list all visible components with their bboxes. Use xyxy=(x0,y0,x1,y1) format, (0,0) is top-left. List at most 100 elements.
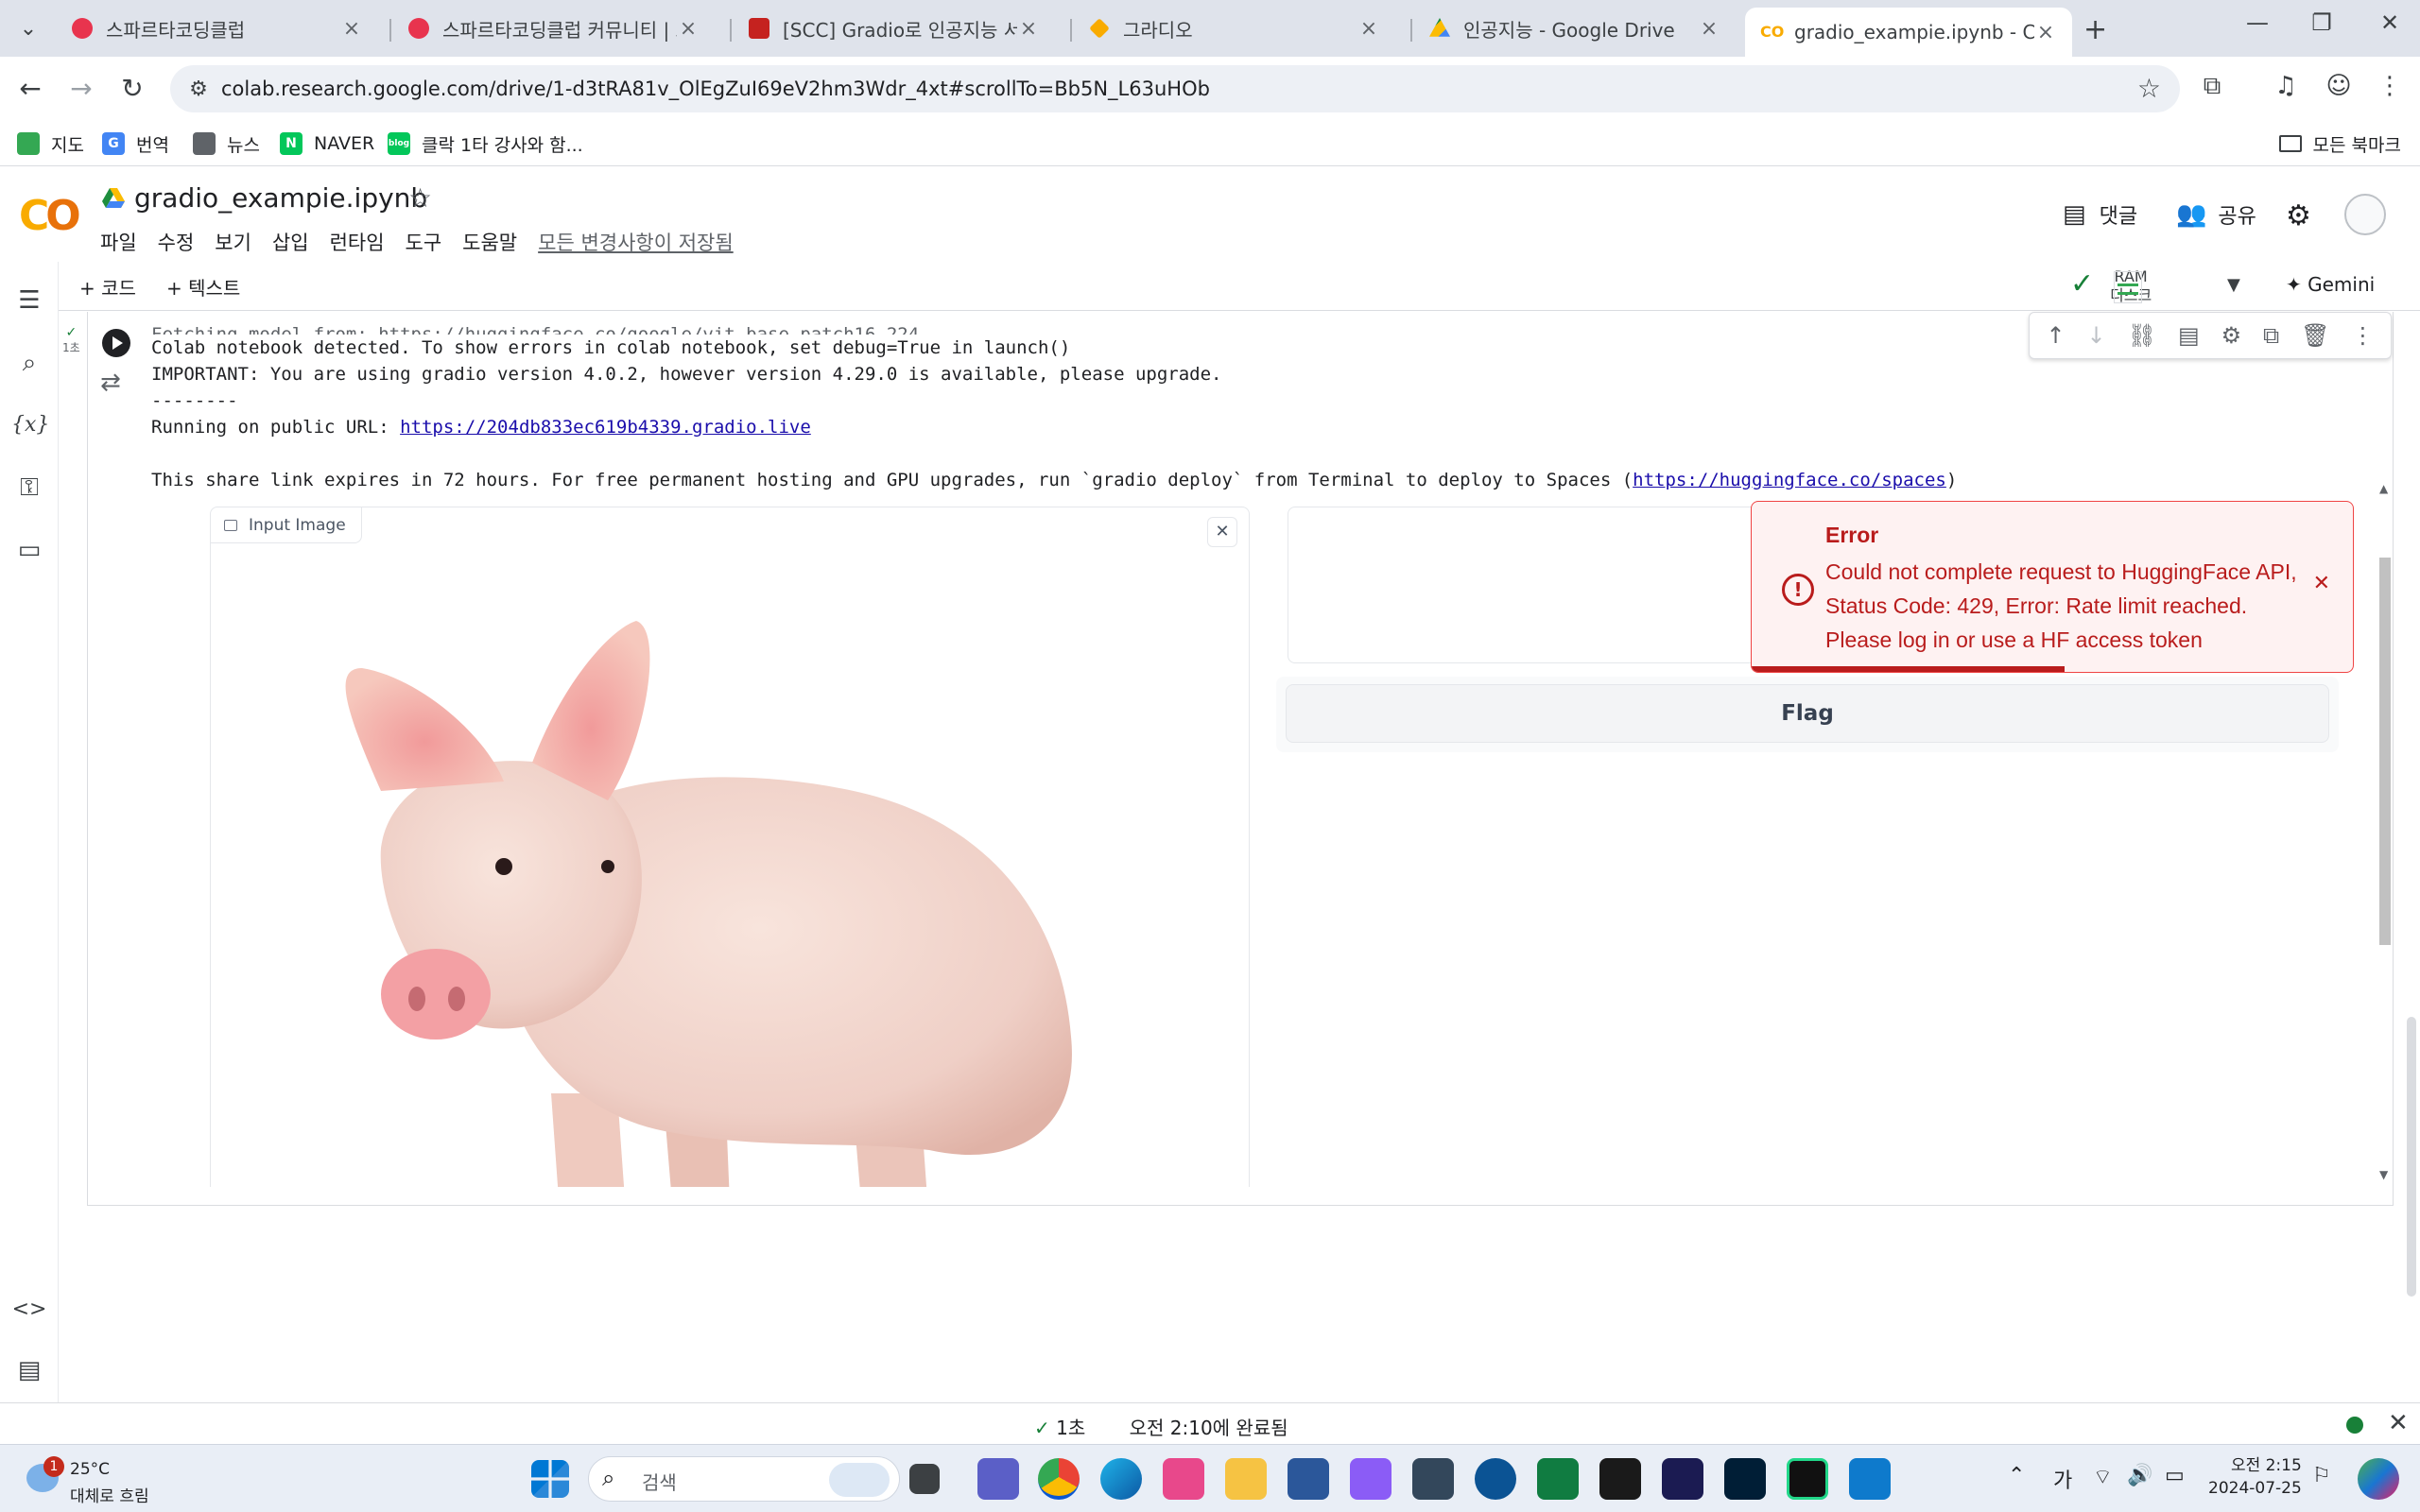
bookmark-star-icon[interactable]: ☆ xyxy=(2137,73,2161,104)
scroll-up-arrow-icon[interactable]: ▲ xyxy=(2379,482,2388,495)
saved-status[interactable]: 모든 변경사항이 저장됨 xyxy=(538,228,734,256)
move-down-icon[interactable]: ↓ xyxy=(2087,322,2106,349)
scroll-thumb[interactable] xyxy=(2407,1017,2416,1297)
wifi-icon[interactable]: ⌔ xyxy=(2093,1464,2113,1490)
ms-store-icon[interactable] xyxy=(1288,1458,1329,1500)
reload-icon[interactable]: ↻ xyxy=(115,72,149,106)
menu-file[interactable]: 파일 xyxy=(100,228,137,256)
task-view-icon[interactable] xyxy=(909,1464,940,1494)
bookmark-blog[interactable]: blog 클락 1타 강사와 함... xyxy=(388,129,583,159)
input-image-panel[interactable]: Input Image ✕ xyxy=(210,507,1250,1187)
battery-icon[interactable]: ▭ xyxy=(2165,1464,2185,1487)
files-folder-icon[interactable]: ▭ xyxy=(11,532,47,568)
taskbar-search[interactable]: ⌕ 검색 xyxy=(588,1456,900,1502)
circle-app-icon[interactable] xyxy=(1475,1458,1516,1500)
close-tab-icon[interactable]: × xyxy=(1698,17,1720,41)
settings-gear-icon[interactable]: ⚙ xyxy=(2286,199,2311,232)
menu-tools[interactable]: 도구 xyxy=(406,228,442,256)
new-tab-button[interactable]: + xyxy=(2083,13,2107,46)
chrome-menu-icon[interactable]: ⋮ xyxy=(2371,72,2409,100)
close-tab-icon[interactable]: × xyxy=(340,17,363,41)
photoshop-icon[interactable] xyxy=(1724,1458,1766,1500)
notebook-title[interactable]: gradio_exampie.ipynb xyxy=(134,182,427,214)
menu-runtime[interactable]: 런타임 xyxy=(330,228,385,256)
site-info-icon[interactable]: ⚙ xyxy=(176,77,221,101)
share-button[interactable]: 👥 공유 xyxy=(2176,199,2256,230)
bookmark-maps[interactable]: 지도 xyxy=(17,129,84,159)
copilot-icon[interactable] xyxy=(2358,1458,2399,1500)
menu-view[interactable]: 보기 xyxy=(215,228,251,256)
show-hidden-icons-chevron[interactable]: ⌃ xyxy=(2008,1464,2025,1487)
tab-colab-active[interactable]: CO gradio_exampie.ipynb - Colab × xyxy=(1745,8,2072,57)
calendar-app-icon[interactable] xyxy=(1350,1458,1392,1500)
close-tab-icon[interactable]: × xyxy=(1357,17,1380,41)
star-notebook-icon[interactable]: ☆ xyxy=(408,182,432,214)
edge-icon[interactable] xyxy=(1100,1458,1142,1500)
code-snippets-icon[interactable]: <> xyxy=(11,1292,47,1328)
menu-edit[interactable]: 수정 xyxy=(158,228,195,256)
gradio-scrollbar[interactable]: ▲ ▼ xyxy=(2377,482,2394,1191)
delete-trash-icon[interactable]: 🗑 xyxy=(2301,322,2329,349)
comment-icon[interactable]: ▤ xyxy=(2178,322,2200,349)
volume-icon[interactable]: 🔊 xyxy=(2127,1464,2152,1487)
bookmark-translate[interactable]: G 번역 xyxy=(102,129,169,159)
execution-summary[interactable]: ✓ 1초 오전 2:10에 완료됨 xyxy=(1034,1413,1288,1440)
forward-arrow-icon[interactable]: → xyxy=(64,72,98,106)
extensions-puzzle-icon[interactable]: ⧉ xyxy=(2193,72,2231,101)
add-code-cell-button[interactable]: + 코드 xyxy=(79,273,136,301)
colab-logo[interactable]: CO xyxy=(19,192,81,240)
search-icon[interactable]: ⌕ xyxy=(11,345,47,381)
address-bar[interactable]: ⚙ colab.research.google.com/drive/1-d3tR… xyxy=(170,65,2180,112)
table-of-contents-icon[interactable]: ☰ xyxy=(11,283,47,318)
close-status-icon[interactable]: ✕ xyxy=(2388,1409,2409,1437)
tab-sparta-coding[interactable]: 스파르타코딩클럽 × xyxy=(57,8,378,49)
flag-button[interactable]: Flag xyxy=(1286,684,2329,743)
account-avatar[interactable] xyxy=(2344,194,2386,235)
variables-icon[interactable]: {x} xyxy=(11,407,49,443)
settings-app-icon[interactable] xyxy=(1412,1458,1454,1500)
ime-indicator[interactable]: 가 xyxy=(2053,1464,2072,1494)
secrets-key-icon[interactable]: ⚿ xyxy=(11,470,47,506)
taskbar-clock[interactable]: 오전 2:15 2024-07-25 xyxy=(2208,1454,2302,1500)
tab-google-drive[interactable]: 인공지능 - Google Drive × xyxy=(1414,8,1736,49)
windows-start-icon[interactable] xyxy=(531,1460,569,1498)
dismiss-error-close-icon[interactable]: ✕ xyxy=(2313,572,2330,595)
tab-sparta-community[interactable]: 스파르타코딩클럽 커뮤니티 | 스 × xyxy=(393,8,715,49)
restore-window-button[interactable]: ❐ xyxy=(2303,9,2341,36)
more-options-icon[interactable]: ⋮ xyxy=(2352,322,2375,349)
close-tab-icon[interactable]: × xyxy=(1017,17,1040,41)
gemini-button[interactable]: ✦ Gemini xyxy=(2286,273,2375,296)
comments-button[interactable]: ▤ 댓글 xyxy=(2063,199,2137,230)
scroll-thumb[interactable] xyxy=(2379,558,2391,945)
premiere-icon[interactable] xyxy=(1662,1458,1703,1500)
back-arrow-icon[interactable]: ← xyxy=(13,72,47,106)
close-tab-icon[interactable]: × xyxy=(677,17,700,41)
clear-image-close-icon[interactable]: ✕ xyxy=(1207,517,1237,547)
all-bookmarks-button[interactable]: 모든 북마크 xyxy=(2278,129,2401,159)
run-cell-button[interactable] xyxy=(102,329,130,357)
teams-icon[interactable] xyxy=(977,1458,1019,1500)
cell-settings-gear-icon[interactable]: ⚙ xyxy=(2221,322,2242,349)
pycharm-icon[interactable] xyxy=(1787,1458,1828,1500)
notifications-bell-icon[interactable]: ⚐ xyxy=(2312,1464,2331,1487)
menu-insert[interactable]: 삽입 xyxy=(272,228,309,256)
link-icon[interactable]: ⛓ xyxy=(2128,322,2156,349)
tab-search-chevron-icon[interactable]: ⌄ xyxy=(9,11,47,45)
close-window-button[interactable]: ✕ xyxy=(2371,9,2409,36)
public-url-link[interactable]: https://204db833ec619b4339.gradio.live xyxy=(400,417,811,438)
acrobat-icon[interactable] xyxy=(1599,1458,1641,1500)
vscode-icon[interactable] xyxy=(1849,1458,1891,1500)
runtime-dropdown-icon[interactable]: ▼ xyxy=(2227,275,2240,295)
terminal-icon[interactable]: ▤ xyxy=(11,1352,47,1388)
output-options-icon[interactable]: ⇄ xyxy=(100,369,121,397)
tab-gradio[interactable]: 그라디오 × xyxy=(1074,8,1395,49)
weather-widget[interactable]: 1 25°C 대체로 흐림 xyxy=(23,1454,174,1506)
bookmark-naver[interactable]: N NAVER xyxy=(280,129,374,159)
profile-icon[interactable]: ☺ xyxy=(2320,72,2358,100)
file-explorer-icon[interactable] xyxy=(1225,1458,1267,1500)
bookmark-news[interactable]: 뉴스 xyxy=(193,129,260,159)
notebook-scrollbar[interactable] xyxy=(2403,312,2420,1399)
tab-scc-gradio[interactable]: [SCC] Gradio로 인공지능 서비스 × xyxy=(734,8,1055,49)
media-controls-icon[interactable]: ♫ xyxy=(2267,72,2305,100)
chrome-app-icon[interactable] xyxy=(1038,1458,1080,1500)
